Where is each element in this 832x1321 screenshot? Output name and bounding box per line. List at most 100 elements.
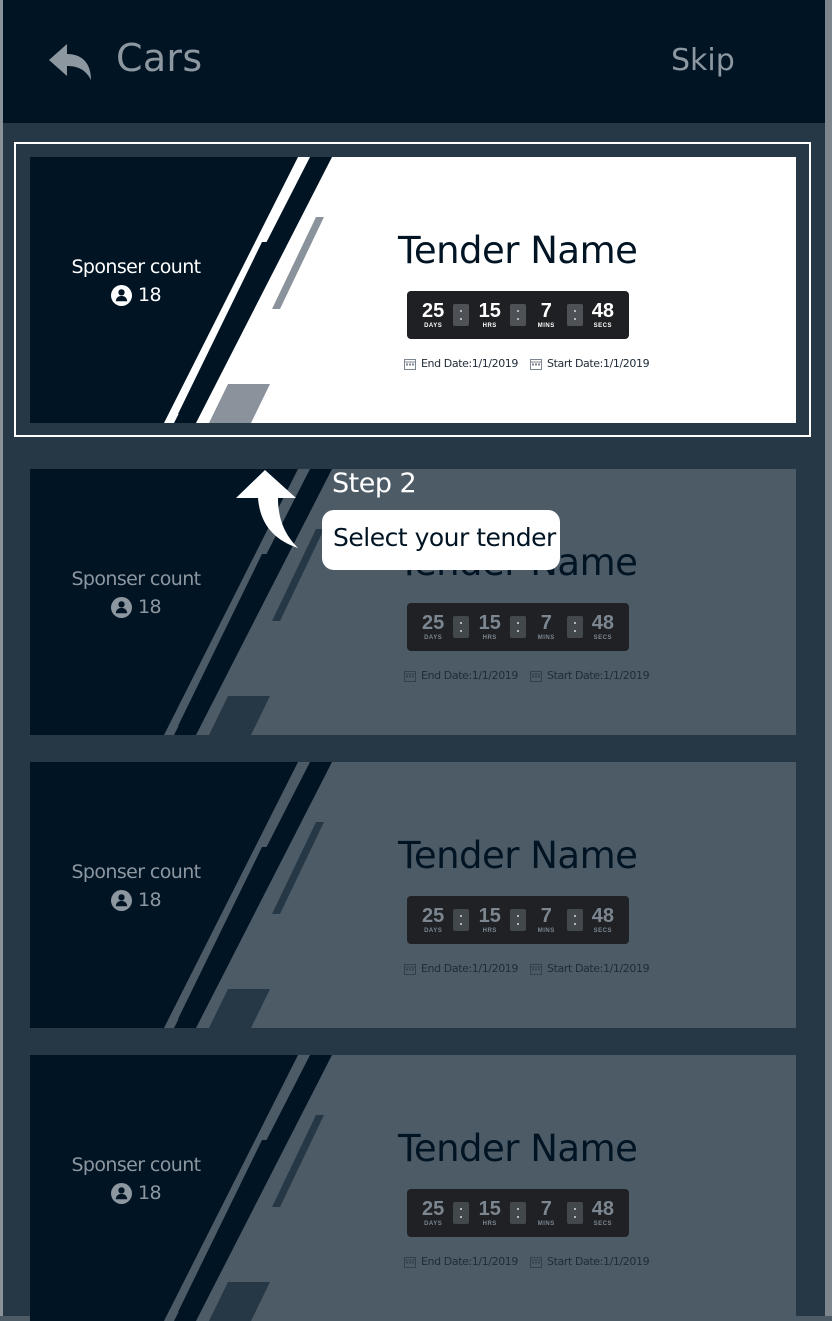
tender-card[interactable]: Sponser count 18 Tender Name 25DAYS 15HR… (30, 157, 796, 423)
tender-name: Tender Name (398, 834, 638, 877)
timer-seconds: 48 (591, 905, 614, 927)
tender-dates: End Date:1/1/2019 Start Date:1/1/2019 (404, 1255, 650, 1268)
tender-name: Tender Name (398, 229, 638, 272)
calendar-icon (530, 1256, 543, 1268)
timer-days-label: DAYS (424, 635, 443, 641)
timer-hours-label: HRS (482, 635, 497, 641)
sponsor-count: 18 (138, 596, 162, 618)
timer-minutes-label: MINS (537, 1221, 555, 1227)
timer-minutes-label: MINS (537, 928, 555, 934)
calendar-icon (404, 963, 416, 975)
timer-minutes-label: MINS (537, 635, 555, 641)
app-screen: Cars Skip Sponser count 18 Tender Name 2… (0, 0, 832, 1321)
tender-card[interactable]: Sponser count 18 Tender Name 25DAYS 15HR… (30, 469, 796, 735)
timer-days: 25 (422, 905, 445, 927)
skip-button[interactable]: Skip (671, 43, 735, 78)
timer-hours: 15 (478, 612, 501, 634)
start-date: Start Date:1/1/2019 (547, 669, 650, 682)
sponsor-count: 18 (138, 284, 162, 306)
timer-minutes: 7 (540, 300, 552, 322)
timer-seconds-label: SECS (593, 323, 612, 329)
sponsor-block: Sponser count 18 (46, 858, 226, 919)
app-header: Cars Skip (3, 0, 825, 123)
tender-dates: End Date:1/1/2019 Start Date:1/1/2019 (404, 357, 650, 370)
tender-dates: End Date:1/1/2019 Start Date:1/1/2019 (404, 962, 650, 975)
timer-seconds: 48 (591, 300, 614, 322)
timer-hours-label: HRS (482, 1221, 497, 1227)
timer-hours: 15 (478, 1198, 501, 1220)
timer-seconds-label: SECS (593, 928, 612, 934)
timer-minutes: 7 (540, 1198, 552, 1220)
sponsor-block: Sponser count 18 (46, 565, 226, 626)
countdown-timer: 25 DAYS 15 HRS 7 MINS 48 SECS (407, 603, 629, 651)
sponsor-label: Sponser count (71, 256, 201, 278)
timer-separator (566, 304, 583, 326)
tender-name: Tender Name (398, 1127, 638, 1170)
timer-separator (453, 616, 470, 638)
timer-separator (566, 616, 583, 638)
end-date: End Date:1/1/2019 (421, 1255, 519, 1268)
sponsor-block: Sponser count 18 (46, 253, 226, 314)
timer-separator (453, 1202, 470, 1224)
sponsor-label: Sponser count (71, 1154, 201, 1176)
sponsor-label: Sponser count (71, 568, 201, 590)
countdown-timer: 25 DAYS 15 HRS 7 MINS 48 SECS (407, 896, 629, 944)
timer-hours: 15 (478, 300, 501, 322)
tender-card[interactable]: Sponser count 18 Tender Name 25DAYS 15HR… (30, 762, 796, 1028)
coachmark-bubble: Select your tender (322, 510, 560, 570)
tender-dates: End Date:1/1/2019 Start Date:1/1/2019 (404, 669, 650, 682)
timer-separator (509, 616, 526, 638)
screen-edge-right (825, 0, 832, 1316)
sponsor-count: 18 (138, 1182, 162, 1204)
page-title: Cars (116, 36, 203, 80)
timer-days-label: DAYS (424, 928, 443, 934)
end-date: End Date:1/1/2019 (421, 962, 519, 975)
start-date: Start Date:1/1/2019 (547, 1255, 650, 1268)
start-date: Start Date:1/1/2019 (547, 357, 650, 370)
timer-separator (566, 909, 583, 931)
calendar-icon (530, 963, 543, 975)
reply-arrow-icon[interactable] (47, 42, 93, 82)
person-icon (111, 889, 132, 911)
coachmark-step-title: Step 2 (332, 468, 417, 499)
timer-minutes: 7 (540, 612, 552, 634)
calendar-icon (530, 670, 543, 682)
tender-card[interactable]: Sponser count 18 Tender Name 25DAYS 15HR… (30, 1055, 796, 1321)
person-icon (111, 284, 132, 306)
timer-seconds-label: SECS (593, 1221, 612, 1227)
timer-minutes-label: MINS (537, 323, 555, 329)
curved-arrow-up-icon (236, 470, 298, 548)
timer-days: 25 (422, 612, 445, 634)
timer-seconds-label: SECS (593, 635, 612, 641)
timer-minutes: 7 (540, 905, 552, 927)
timer-separator (509, 304, 526, 326)
sponsor-label: Sponser count (71, 861, 201, 883)
sponsor-block: Sponser count 18 (46, 1151, 226, 1212)
timer-days-label: DAYS (424, 1221, 443, 1227)
calendar-icon (404, 670, 416, 682)
end-date: End Date:1/1/2019 (421, 357, 519, 370)
person-icon (111, 596, 132, 618)
countdown-timer: 25 DAYS 15 HRS 7 MINS 48 SECS (407, 291, 629, 339)
timer-separator (509, 909, 526, 931)
timer-days-label: DAYS (424, 323, 443, 329)
timer-separator (509, 1202, 526, 1224)
timer-seconds: 48 (591, 1198, 614, 1220)
person-icon (111, 1182, 132, 1204)
calendar-icon (530, 358, 543, 370)
calendar-icon (404, 1256, 416, 1268)
timer-separator (566, 1202, 583, 1224)
calendar-icon (404, 358, 416, 370)
start-date: Start Date:1/1/2019 (547, 962, 650, 975)
end-date: End Date:1/1/2019 (421, 669, 519, 682)
timer-days: 25 (422, 300, 445, 322)
timer-hours-label: HRS (482, 928, 497, 934)
countdown-timer: 25 DAYS 15 HRS 7 MINS 48 SECS (407, 1189, 629, 1237)
timer-separator (453, 304, 470, 326)
timer-seconds: 48 (591, 612, 614, 634)
timer-hours: 15 (478, 905, 501, 927)
timer-days: 25 (422, 1198, 445, 1220)
timer-separator (453, 909, 470, 931)
timer-hours-label: HRS (482, 323, 497, 329)
sponsor-count: 18 (138, 889, 162, 911)
